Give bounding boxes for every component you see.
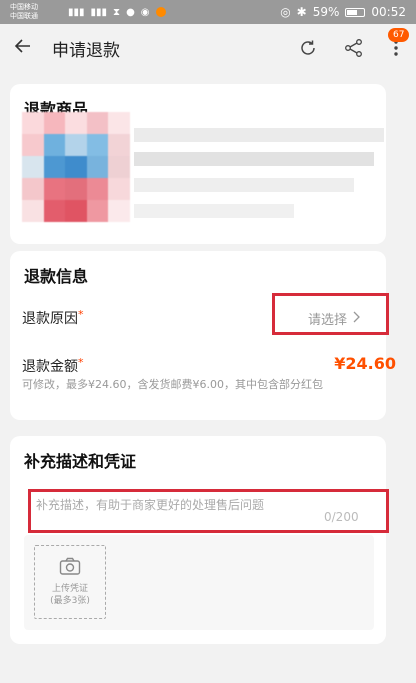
section-title-info: 退款信息: [24, 267, 89, 286]
battery-percent: 59%: [312, 5, 340, 19]
more-menu[interactable]: 67: [388, 28, 410, 60]
chat-icon: ●: [126, 6, 135, 18]
eye-icon: ◎: [280, 5, 291, 19]
product-thumbnail[interactable]: [22, 112, 130, 222]
refund-reason-label: 退款原因*: [22, 308, 84, 327]
refund-amount-value[interactable]: ¥24.60: [334, 354, 396, 373]
page-title: 申请退款: [52, 40, 120, 61]
upload-label: 上传凭证 (最多3张): [50, 584, 90, 606]
refund-amount-label: 退款金额*: [22, 356, 84, 375]
product-spec-blurred-2: [134, 204, 294, 218]
clock: 00:52: [371, 5, 406, 19]
annotation-box-reason: [272, 293, 389, 335]
signal-icon-2: ▮▮▮: [90, 6, 108, 18]
refresh-icon[interactable]: [298, 38, 318, 58]
notification-icon: ◉: [140, 6, 150, 18]
carrier-1: 中国移动: [10, 3, 38, 11]
notification-badge: 67: [388, 28, 410, 42]
app-header: 申请退款 67: [0, 24, 416, 72]
hourglass-icon: ⧗: [113, 6, 121, 18]
annotation-box-description: [28, 489, 389, 533]
camera-icon: [59, 557, 81, 579]
signal-icon: ▮▮▮: [68, 6, 85, 18]
product-name-blurred-2: [134, 152, 374, 166]
carrier-2: 中国联通: [10, 12, 38, 20]
status-bar: 中国移动 中国联通 ▮▮▮ ▮▮▮ ⧗ ● ◉ ◎ ✱ 59% 00:52: [0, 0, 416, 24]
battery-icon: [345, 7, 366, 17]
status-icons-right: ◎ ✱ 59% 00:52: [280, 5, 406, 19]
product-name-blurred: [134, 128, 384, 142]
refund-info-card: 退款信息: [10, 251, 386, 420]
refund-amount-note: 可修改，最多¥24.60，含发货邮费¥6.00，其中包含部分红包: [22, 378, 323, 391]
bluetooth-icon: ✱: [296, 5, 307, 19]
carrier-info: 中国移动 中国联通: [10, 3, 60, 21]
product-spec-blurred: [134, 178, 354, 192]
status-icons-left: ▮▮▮ ▮▮▮ ⧗ ● ◉: [68, 7, 166, 18]
header-actions: 67: [298, 28, 410, 60]
upload-evidence-button[interactable]: 上传凭证 (最多3张): [34, 545, 106, 619]
section-title-evidence: 补充描述和凭证: [24, 452, 137, 471]
back-arrow-icon[interactable]: [14, 36, 42, 60]
share-icon[interactable]: [344, 38, 364, 58]
app-notification-icon: [155, 7, 166, 17]
